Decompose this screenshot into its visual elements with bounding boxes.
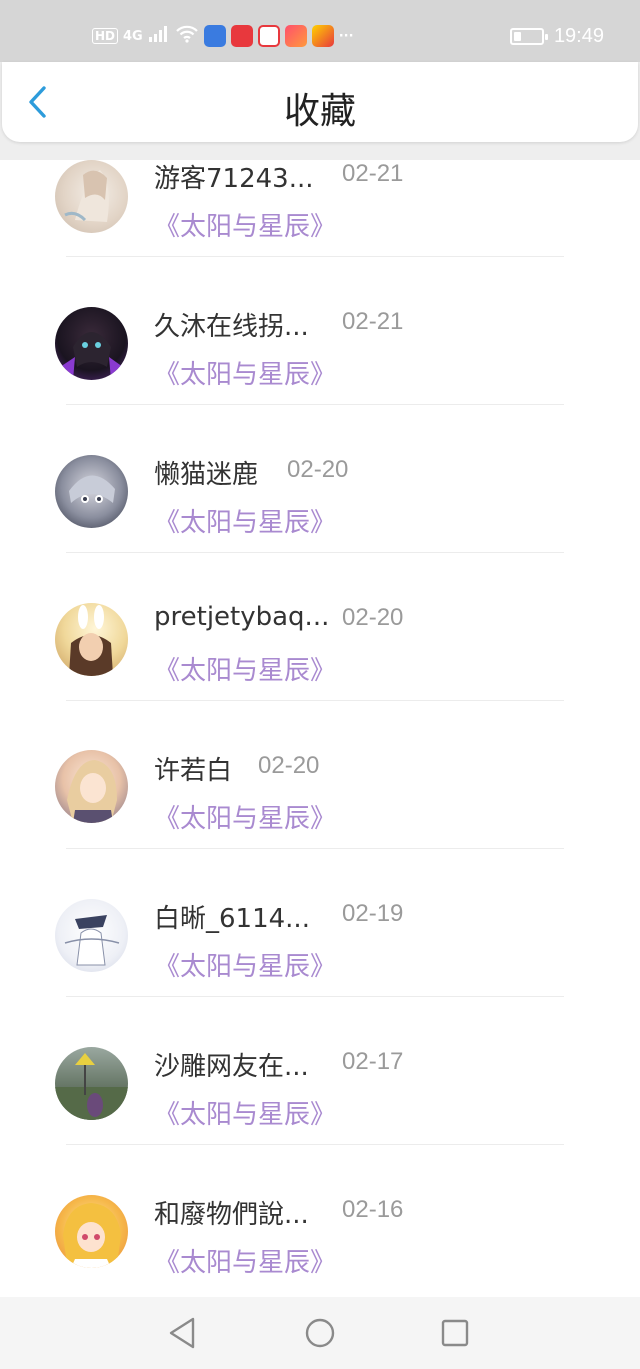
store-app-icon <box>257 25 280 47</box>
list-item[interactable]: pretjetybaq... 02-20 《太阳与星辰》 <box>0 582 640 730</box>
circle-home-icon <box>305 1318 335 1348</box>
avatar[interactable] <box>55 1047 128 1120</box>
avatar[interactable] <box>55 603 128 676</box>
page-title: 收藏 <box>283 91 356 132</box>
post-date: 02-20 <box>342 604 404 631</box>
divider <box>66 404 564 405</box>
divider <box>66 848 564 849</box>
battery-icon <box>509 27 548 45</box>
avatar[interactable] <box>55 455 128 528</box>
book-title[interactable]: 《太阳与星辰》 <box>154 502 336 539</box>
battery-fill <box>513 31 521 41</box>
triangle-back-icon <box>169 1317 195 1349</box>
hd-indicator: HD <box>92 28 119 44</box>
divider <box>66 552 564 553</box>
post-date: 02-20 <box>258 752 320 779</box>
user-name: 久沐在线拐... <box>154 312 309 342</box>
user-name: pretjetybaq... <box>154 602 330 632</box>
post-date: 02-19 <box>342 900 404 927</box>
list-item[interactable]: 沙雕网友在... 02-17 《太阳与星辰》 <box>0 1026 640 1174</box>
more-notifications: ··· <box>338 28 354 44</box>
book-title[interactable]: 《太阳与星辰》 <box>154 650 336 687</box>
avatar[interactable] <box>55 160 128 233</box>
book-title[interactable]: 《太阳与星辰》 <box>154 946 336 983</box>
list-item[interactable]: 懒猫迷鹿 02-20 《太阳与星辰》 <box>0 434 640 582</box>
wifi-icon <box>175 25 199 47</box>
post-date: 02-21 <box>342 308 404 335</box>
book-title[interactable]: 《太阳与星辰》 <box>154 206 336 243</box>
post-date: 02-20 <box>287 456 349 483</box>
avatar[interactable] <box>55 750 128 823</box>
nav-back-button[interactable] <box>164 1315 200 1351</box>
avatar[interactable] <box>55 1195 128 1268</box>
app-header: 收藏 <box>2 62 638 142</box>
user-name: 懒猫迷鹿 <box>154 460 259 490</box>
book-title[interactable]: 《太阳与星辰》 <box>154 354 336 391</box>
square-recents-icon <box>441 1319 469 1347</box>
status-left-icons: HD 4G ··· <box>92 22 354 50</box>
nav-home-button[interactable] <box>302 1315 338 1351</box>
nav-recents-button[interactable] <box>437 1315 473 1351</box>
user-name: 沙雕网友在... <box>154 1052 309 1082</box>
signal-icon <box>148 25 170 47</box>
favorites-list: 游客71243... 02-21 《太阳与星辰》 久沐在线拐... 02-21 … <box>0 160 640 1297</box>
user-name: 许若白 <box>154 756 233 786</box>
book-title[interactable]: 《太阳与星辰》 <box>154 1242 336 1279</box>
user-name: 白晰_6114... <box>154 904 310 934</box>
clock: 19:49 <box>553 24 604 47</box>
user-name: 游客71243... <box>154 164 314 194</box>
divider <box>66 256 564 257</box>
book-title[interactable]: 《太阳与星辰》 <box>154 1094 336 1131</box>
avatar[interactable] <box>55 307 128 380</box>
post-date: 02-17 <box>342 1048 404 1075</box>
list-item[interactable]: 白晰_6114... 02-19 《太阳与星辰》 <box>0 878 640 1026</box>
divider <box>66 996 564 997</box>
list-item[interactable]: 和廢物們說... 02-16 《太阳与星辰》 <box>0 1174 640 1297</box>
reader-app-icon <box>311 25 334 47</box>
status-bar: HD 4G ··· 19:49 <box>0 0 640 62</box>
network-type: 4G <box>123 28 143 44</box>
news-app-icon <box>230 25 253 47</box>
divider <box>66 1144 564 1145</box>
list-item[interactable]: 久沐在线拐... 02-21 《太阳与星辰》 <box>0 286 640 434</box>
list-item[interactable]: 许若白 02-20 《太阳与星辰》 <box>0 730 640 878</box>
user-name: 和廢物們說... <box>154 1200 309 1230</box>
divider <box>66 700 564 701</box>
list-item[interactable]: 游客71243... 02-21 《太阳与星辰》 <box>0 160 640 286</box>
music-app-icon <box>203 25 226 47</box>
system-navigation-bar <box>0 1297 640 1369</box>
book-title[interactable]: 《太阳与星辰》 <box>154 798 336 835</box>
status-right-icons: 19:49 <box>509 22 604 50</box>
post-date: 02-21 <box>342 160 404 187</box>
avatar[interactable] <box>55 899 128 972</box>
video-app-icon <box>284 25 307 47</box>
post-date: 02-16 <box>342 1196 404 1223</box>
